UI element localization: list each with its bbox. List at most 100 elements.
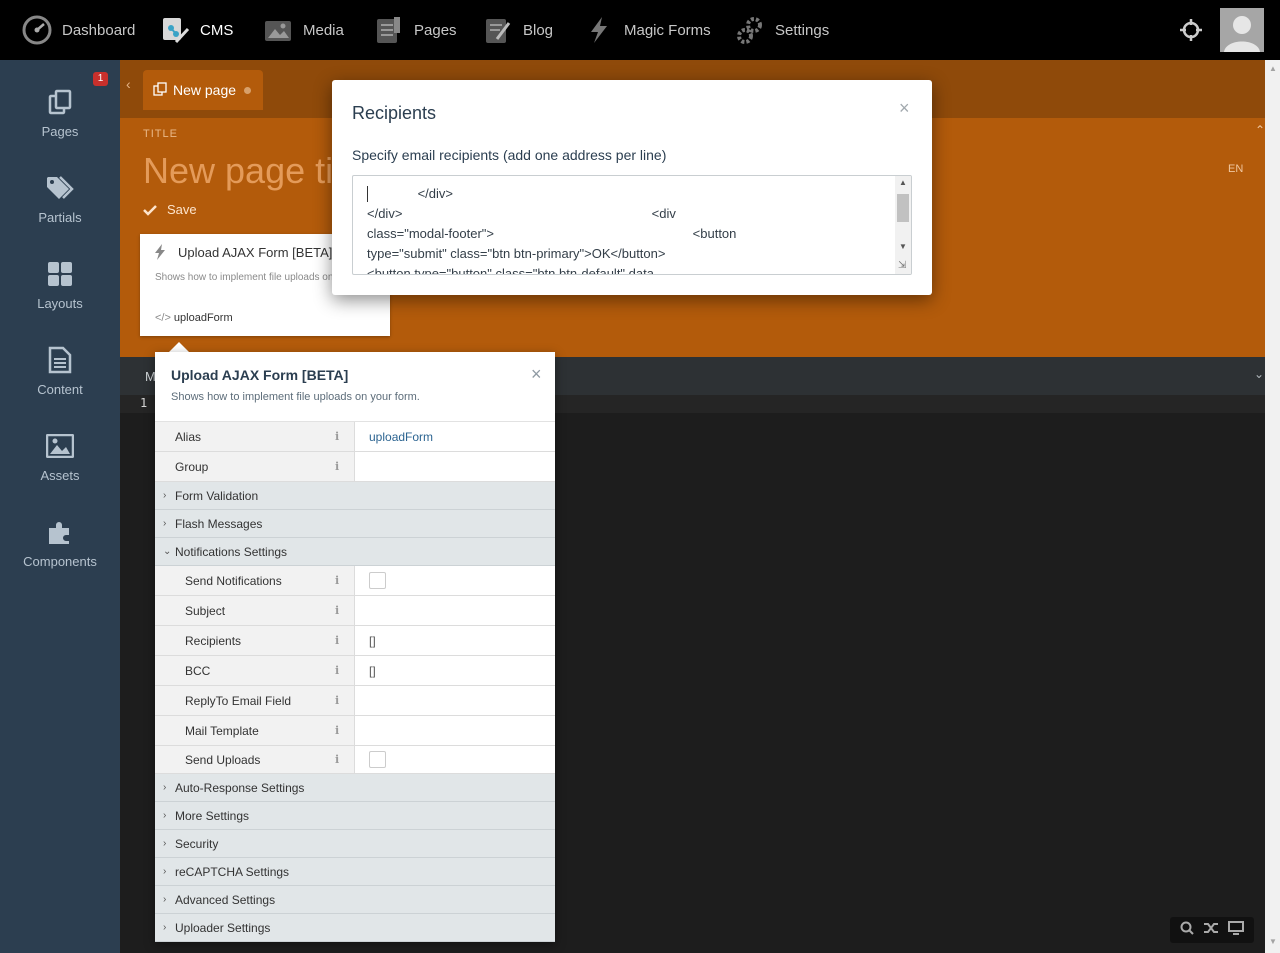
send-uploads-checkbox[interactable] [369, 751, 386, 768]
property-bcc: BCC i [] [155, 656, 555, 686]
info-icon[interactable]: i [335, 422, 339, 451]
mail-template-input[interactable] [355, 716, 555, 745]
cms-icon [160, 15, 190, 45]
group-more-settings[interactable]: › More Settings [155, 802, 555, 830]
chevron-down-icon: ⌄ [163, 546, 172, 557]
property-label: ReplyTo Email Field [155, 686, 355, 715]
scroll-up-arrow-icon[interactable]: ▲ [1269, 64, 1277, 73]
shuffle-icon[interactable] [1203, 921, 1219, 940]
search-icon[interactable] [1180, 921, 1195, 940]
notification-badge: 1 [93, 72, 108, 86]
sidebar-item-layouts[interactable]: Layouts [0, 254, 120, 334]
group-notifications-settings[interactable]: ⌄ Notifications Settings [155, 538, 555, 566]
alias-input[interactable]: uploadForm [355, 422, 555, 451]
component-inspector: Upload AJAX Form [BETA] Shows how to imp… [155, 352, 555, 942]
property-replyto-email-field: ReplyTo Email Field i [155, 686, 555, 716]
chevron-right-icon: › [163, 782, 167, 793]
group-label: Flash Messages [175, 516, 263, 531]
fullscreen-monitor-icon[interactable] [1227, 920, 1244, 940]
recipients-textarea[interactable]: </div> </div> <div class="modal-footer"> <… [352, 175, 912, 275]
group-recaptcha-settings[interactable]: › reCAPTCHA Settings [155, 858, 555, 886]
bcc-input[interactable]: [] [355, 656, 555, 685]
info-icon[interactable]: i [335, 566, 339, 595]
text-line: </div> <div [367, 206, 676, 221]
close-icon[interactable]: × [531, 364, 542, 385]
group-auto-response-settings[interactable]: › Auto-Response Settings [155, 774, 555, 802]
info-icon[interactable]: i [335, 626, 339, 655]
close-icon[interactable]: × [899, 98, 910, 119]
collapse-up-icon[interactable]: ⌃ [1255, 123, 1265, 137]
crosshair-icon[interactable] [1178, 17, 1204, 43]
page-scrollbar[interactable]: ▲ ▼ [1265, 60, 1280, 953]
textarea-scrollbar[interactable]: ▲ ▼ ⇲ [895, 176, 911, 274]
scrollbar-thumb[interactable] [897, 194, 909, 222]
sidebar-item-components[interactable]: Components [0, 512, 120, 592]
nav-dashboard[interactable]: Dashboard [22, 0, 135, 60]
nav-blog[interactable]: Blog [483, 0, 553, 60]
inspector-description: Shows how to implement file uploads on y… [171, 391, 420, 403]
scroll-down-arrow-icon[interactable]: ▼ [1269, 937, 1277, 946]
chevron-down-icon[interactable]: ⌄ [1254, 367, 1264, 381]
sidebar-item-assets[interactable]: Assets [0, 426, 120, 506]
replyto-input[interactable] [355, 686, 555, 715]
sidebar-item-content[interactable]: Content [0, 340, 120, 420]
nav-settings[interactable]: Settings [735, 0, 829, 60]
language-selector[interactable]: EN [1228, 163, 1243, 175]
save-label: Save [167, 202, 197, 217]
inspector-title: Upload AJAX Form [BETA] [171, 367, 349, 383]
chevron-right-icon: › [163, 810, 167, 821]
chevron-right-icon: › [163, 518, 167, 529]
recipients-input[interactable]: [] [355, 626, 555, 655]
property-recipients: Recipients i [] [155, 626, 555, 656]
scroll-down-arrow-icon[interactable]: ▼ [899, 242, 907, 251]
info-icon[interactable]: i [335, 452, 339, 481]
group-security[interactable]: › Security [155, 830, 555, 858]
lightning-icon [584, 15, 614, 45]
component-alias-value: uploadForm [173, 312, 233, 324]
user-avatar[interactable] [1220, 8, 1264, 52]
group-input[interactable] [355, 452, 555, 481]
save-button[interactable]: Save [143, 202, 197, 217]
gears-icon [735, 15, 765, 45]
group-label: Notifications Settings [175, 544, 288, 559]
modal-title: Recipients [352, 103, 437, 123]
property-label: Group [155, 452, 355, 481]
info-icon[interactable]: i [335, 686, 339, 715]
tab-scroll-left-icon[interactable]: ‹ [126, 76, 131, 92]
info-icon[interactable]: i [335, 716, 339, 745]
info-icon[interactable]: i [335, 596, 339, 625]
pages-icon [0, 82, 120, 122]
editor-toolbar [1170, 917, 1254, 943]
resize-grip-icon[interactable]: ⇲ [898, 260, 906, 271]
group-form-validation[interactable]: › Form Validation [155, 482, 555, 510]
send-uploads-cell [355, 746, 555, 773]
nav-blog-label: Blog [523, 21, 554, 39]
group-label: Form Validation [175, 488, 259, 503]
group-advanced-settings[interactable]: › Advanced Settings [155, 886, 555, 914]
send-notifications-checkbox[interactable] [369, 572, 386, 589]
nav-media[interactable]: Media [263, 0, 344, 60]
group-flash-messages[interactable]: › Flash Messages [155, 510, 555, 538]
sidebar-item-pages[interactable]: Pages 1 [0, 72, 120, 162]
info-icon[interactable]: i [335, 656, 339, 685]
info-icon[interactable]: i [335, 746, 339, 773]
nav-magic-forms[interactable]: Magic Forms [584, 0, 711, 60]
nav-pages[interactable]: Pages [374, 0, 457, 60]
property-label: Alias [155, 422, 355, 451]
layouts-grid-icon [0, 254, 120, 294]
scroll-up-arrow-icon[interactable]: ▲ [899, 178, 907, 187]
property-label: Send Notifications [155, 566, 355, 595]
line-number: 1 [140, 396, 148, 410]
tab-new-page[interactable]: New page [143, 70, 263, 110]
puzzle-icon [0, 512, 120, 552]
subject-input[interactable] [355, 596, 555, 625]
property-group: Group i [155, 452, 555, 482]
nav-pages-label: Pages [414, 21, 457, 39]
chevron-right-icon: › [163, 866, 167, 877]
tab-label: New page [173, 82, 237, 98]
group-uploader-settings[interactable]: › Uploader Settings [155, 914, 555, 942]
sidebar-item-partials[interactable]: Partials [0, 168, 120, 248]
nav-cms[interactable]: CMS [160, 0, 233, 60]
media-icon [263, 15, 293, 45]
dashboard-gauge-icon [22, 15, 52, 45]
